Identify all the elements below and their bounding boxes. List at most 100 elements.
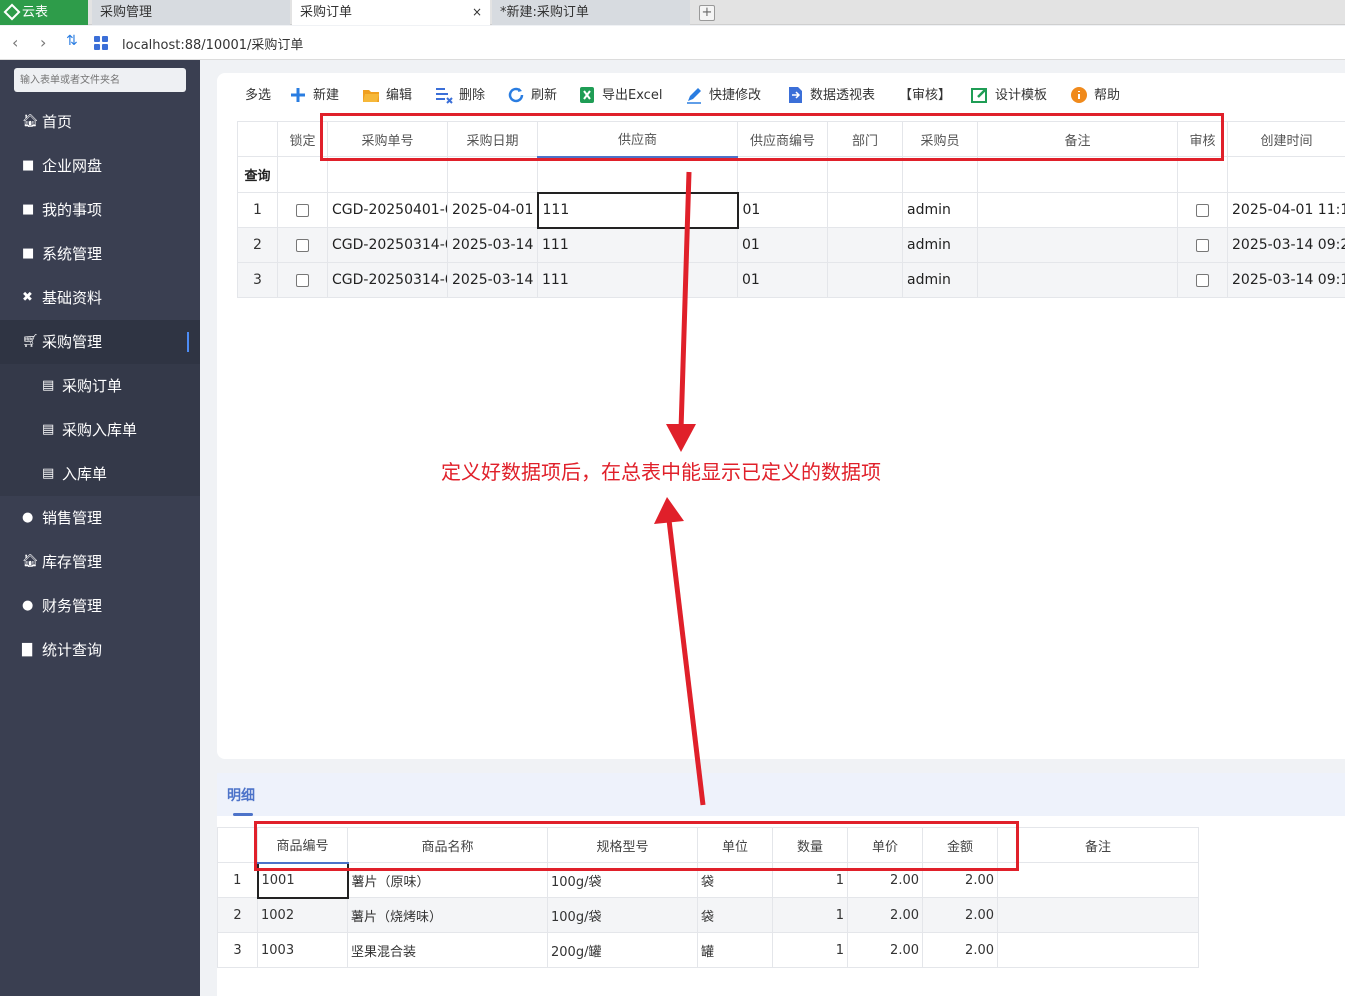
export-excel-button[interactable]: 导出Excel: [578, 83, 662, 109]
audit-checkbox[interactable]: [1177, 262, 1228, 298]
supplier-no-cell[interactable]: 01: [737, 192, 828, 228]
remark-cell[interactable]: [977, 227, 1178, 263]
query-cell[interactable]: [447, 156, 538, 193]
back-icon[interactable]: ‹: [12, 33, 18, 52]
column-header[interactable]: 创建时间: [1227, 121, 1345, 157]
table-row[interactable]: 2 1002 薯片（烧烤味） 100g/袋 袋 1 2.00 2.00: [217, 897, 1199, 933]
sidebar-item-inventory[interactable]: 🏠︎ 库存管理: [0, 540, 200, 584]
audit-checkbox[interactable]: [1177, 227, 1228, 263]
sidebar-item-purchase-receipt[interactable]: ▤ 采购入库单: [0, 408, 200, 452]
column-header[interactable]: 备注: [997, 827, 1199, 863]
unit-cell[interactable]: 袋: [697, 897, 773, 933]
sidebar-search-input[interactable]: [14, 68, 186, 92]
product-name-cell[interactable]: 薯片（烧烤味）: [347, 897, 548, 933]
sidebar-item-my-tasks[interactable]: ■ 我的事项: [0, 188, 200, 232]
remark-cell[interactable]: [977, 262, 1178, 298]
help-button[interactable]: 帮助: [1070, 83, 1120, 109]
forward-icon[interactable]: ›: [40, 33, 46, 52]
tab-purchase-order[interactable]: 采购订单 ×: [292, 0, 490, 25]
design-template-button[interactable]: 设计模板: [971, 83, 1047, 109]
pivot-table-button[interactable]: 数据透视表: [786, 83, 875, 109]
refresh-icon[interactable]: ⇅: [66, 33, 78, 49]
amount-cell[interactable]: 2.00: [922, 897, 998, 933]
created-cell[interactable]: 2025-03-14 09:2: [1227, 227, 1345, 263]
tab-purchase-management[interactable]: 采购管理: [92, 0, 290, 25]
dept-cell[interactable]: [827, 227, 903, 263]
spec-cell[interactable]: 100g/袋: [547, 897, 698, 933]
sidebar-item-system[interactable]: ■ 系统管理: [0, 232, 200, 276]
table-row[interactable]: 3 1003 坚果混合装 200g/罐 罐 1 2.00 2.00: [217, 932, 1199, 968]
sidebar-item-receipt[interactable]: ▤ 入库单: [0, 452, 200, 496]
table-row[interactable]: 2 CGD-20250314-0 2025-03-14 111 01 admin…: [237, 227, 1345, 263]
query-cell[interactable]: [827, 156, 903, 193]
remark-cell[interactable]: [997, 862, 1199, 898]
product-name-cell[interactable]: 坚果混合装: [347, 932, 548, 968]
query-cell[interactable]: [902, 156, 978, 193]
audit-checkbox[interactable]: [1177, 192, 1228, 228]
dept-cell[interactable]: [827, 262, 903, 298]
close-icon[interactable]: ×: [472, 0, 482, 25]
date-cell[interactable]: 2025-04-01: [447, 192, 538, 228]
supplier-cell[interactable]: 111: [537, 262, 738, 298]
price-cell[interactable]: 2.00: [847, 897, 923, 933]
query-cell[interactable]: [1177, 156, 1228, 193]
buyer-cell[interactable]: admin: [902, 192, 978, 228]
lock-checkbox[interactable]: [277, 227, 328, 263]
buyer-cell[interactable]: admin: [902, 227, 978, 263]
sidebar-item-purchase-order[interactable]: ▤ 采购订单: [0, 364, 200, 408]
query-cell[interactable]: [737, 156, 828, 193]
sidebar-item-basic-data[interactable]: ✖ 基础资料: [0, 276, 200, 320]
order-no-cell[interactable]: CGD-20250401-0: [327, 192, 448, 228]
spec-cell[interactable]: 200g/罐: [547, 932, 698, 968]
lock-checkbox[interactable]: [277, 192, 328, 228]
product-code-cell[interactable]: 1002: [257, 897, 348, 933]
refresh-button[interactable]: 刷新: [507, 83, 557, 109]
query-cell[interactable]: [537, 156, 738, 193]
sidebar-item-purchase[interactable]: 🛒︎ 采购管理: [0, 320, 200, 364]
product-code-cell[interactable]: 1003: [257, 932, 348, 968]
table-row[interactable]: 3 CGD-20250314-0 2025-03-14 111 01 admin…: [237, 262, 1345, 298]
sidebar-item-sales[interactable]: ● 销售管理: [0, 496, 200, 540]
sidebar-item-netdisk[interactable]: ■ 企业网盘: [0, 144, 200, 188]
order-no-cell[interactable]: CGD-20250314-0: [327, 227, 448, 263]
lock-checkbox[interactable]: [277, 262, 328, 298]
url-text[interactable]: localhost:88/10001/采购订单: [122, 34, 303, 53]
brand-tab[interactable]: 云表: [0, 0, 88, 25]
detail-tab[interactable]: 明细: [227, 785, 255, 805]
order-no-cell[interactable]: CGD-20250314-0: [327, 262, 448, 298]
query-cell[interactable]: [1227, 156, 1345, 193]
new-button[interactable]: 新建: [289, 83, 339, 109]
remark-cell[interactable]: [997, 897, 1199, 933]
created-cell[interactable]: 2025-04-01 11:15: [1227, 192, 1345, 228]
sidebar-item-home[interactable]: 🏠︎ 首页: [0, 100, 200, 144]
unit-cell[interactable]: 罐: [697, 932, 773, 968]
table-row[interactable]: 1 CGD-20250401-0 2025-04-01 111 01 admin…: [237, 191, 1345, 229]
date-cell[interactable]: 2025-03-14: [447, 262, 538, 298]
query-cell[interactable]: [277, 156, 328, 193]
buyer-cell[interactable]: admin: [902, 262, 978, 298]
supplier-no-cell[interactable]: 01: [737, 262, 828, 298]
sidebar-item-finance[interactable]: ● 财务管理: [0, 584, 200, 628]
query-cell[interactable]: [977, 156, 1178, 193]
remark-cell[interactable]: [997, 932, 1199, 968]
apps-grid-icon[interactable]: [94, 36, 108, 50]
created-cell[interactable]: 2025-03-14 09:15: [1227, 262, 1345, 298]
supplier-cell[interactable]: 111: [537, 227, 738, 263]
quick-edit-button[interactable]: 快捷修改: [685, 83, 761, 109]
multiselect-button[interactable]: 多选: [245, 83, 271, 109]
audit-button[interactable]: 【审核】: [899, 83, 951, 109]
supplier-no-cell[interactable]: 01: [737, 227, 828, 263]
supplier-cell[interactable]: 111: [536, 191, 739, 229]
tab-new-purchase-order[interactable]: *新建:采购订单: [492, 0, 690, 25]
sidebar-item-statistics[interactable]: ▇ 统计查询: [0, 628, 200, 672]
delete-button[interactable]: 删除: [435, 83, 485, 109]
remark-cell[interactable]: [977, 192, 1178, 228]
qty-cell[interactable]: 1: [772, 897, 848, 933]
price-cell[interactable]: 2.00: [847, 932, 923, 968]
query-cell[interactable]: [327, 156, 448, 193]
add-tab-button[interactable]: +: [699, 5, 715, 21]
qty-cell[interactable]: 1: [772, 932, 848, 968]
date-cell[interactable]: 2025-03-14: [447, 227, 538, 263]
edit-button[interactable]: 编辑: [362, 83, 412, 109]
dept-cell[interactable]: [827, 192, 903, 228]
